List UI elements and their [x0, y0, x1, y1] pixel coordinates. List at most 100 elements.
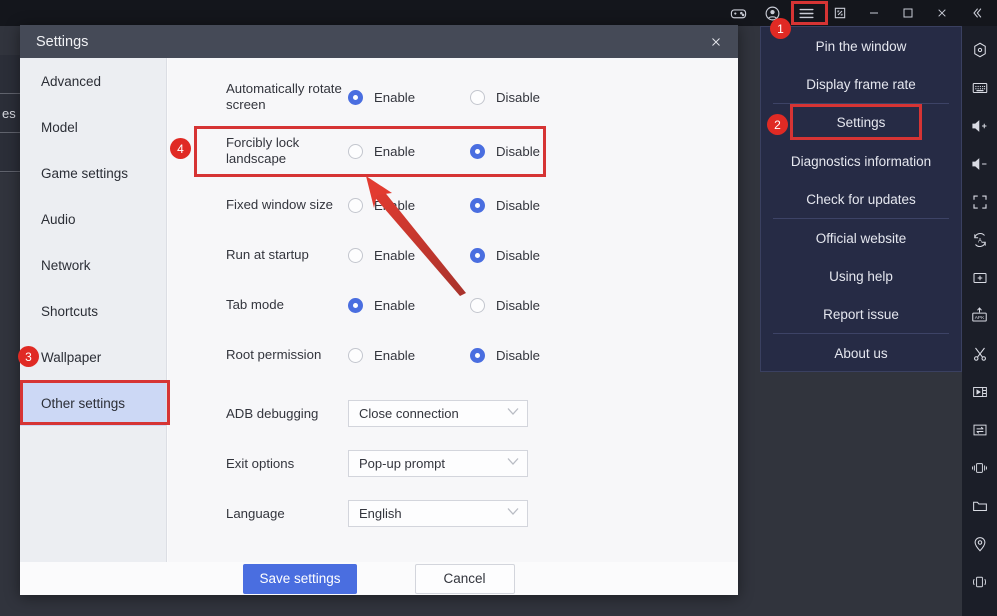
maximize-icon[interactable]: [891, 0, 925, 26]
radio-disable-icon[interactable]: [470, 347, 485, 363]
video-record-icon[interactable]: [964, 374, 995, 409]
menu-item-label: Check for updates: [806, 192, 916, 208]
volume-down-icon[interactable]: [964, 146, 995, 181]
menu-item-diagnostics-information[interactable]: Diagnostics information: [761, 142, 961, 180]
radio-enable-icon[interactable]: [348, 247, 363, 263]
svg-text:APK: APK: [975, 315, 985, 321]
radio-disable-icon[interactable]: [470, 247, 485, 263]
volume-up-icon[interactable]: [964, 108, 995, 143]
menu-item-label: Report issue: [823, 307, 899, 323]
radio-option-enable[interactable]: Enable: [348, 297, 470, 313]
minimize-icon[interactable]: [857, 0, 891, 26]
radio-enable-icon[interactable]: [348, 297, 363, 313]
folder-icon[interactable]: [964, 488, 995, 523]
setting-label: Root permission: [226, 347, 322, 362]
setting-row-run-at-startup: Run at startup Enable Disable: [168, 230, 738, 280]
menu-item-report-issue[interactable]: Report issue: [761, 296, 961, 335]
radio-label: Enable: [374, 347, 416, 363]
exit-options-select[interactable]: Pop-up prompt: [348, 449, 528, 477]
radio-label: Disable: [496, 89, 540, 105]
sidebar-item-game-settings[interactable]: Game settings: [20, 150, 166, 196]
app-titlebar: [0, 0, 997, 26]
radio-option-disable[interactable]: Disable: [470, 247, 592, 263]
sidebar-item-advanced[interactable]: Advanced: [20, 58, 166, 104]
screen-root: es A APK Pin the window Display frame ra…: [0, 0, 997, 616]
radio-option-enable[interactable]: Enable: [348, 197, 470, 213]
rotate-device-icon[interactable]: [964, 564, 995, 599]
radio-disable-icon[interactable]: [470, 197, 485, 213]
sidebar-item-wallpaper[interactable]: Wallpaper: [20, 334, 166, 380]
menu-item-pin-the-window[interactable]: Pin the window: [761, 27, 961, 65]
menu-item-settings[interactable]: Settings: [761, 104, 961, 142]
close-icon[interactable]: [694, 25, 738, 58]
setting-label: ADB debugging: [226, 405, 319, 421]
sidebar-item-audio[interactable]: Audio: [20, 196, 166, 242]
adb-debugging-select[interactable]: Close connection: [348, 399, 528, 427]
radio-disable-icon[interactable]: [470, 143, 485, 159]
sync-icon[interactable]: [964, 412, 995, 447]
save-settings-button[interactable]: Save settings: [243, 563, 357, 594]
radio-label: Enable: [374, 297, 416, 313]
menu-item-official-website[interactable]: Official website: [761, 219, 961, 257]
radio-disable-icon[interactable]: [470, 89, 485, 105]
scissors-icon[interactable]: [964, 336, 995, 371]
apk-install-icon[interactable]: APK: [964, 298, 995, 333]
menu-item-check-for-updates[interactable]: Check for updates: [761, 181, 961, 220]
radio-enable-icon[interactable]: [348, 197, 363, 213]
menu-hamburger-icon[interactable]: [789, 0, 823, 26]
background-menu-row: [0, 55, 21, 94]
auto-rotate-icon[interactable]: A: [964, 222, 995, 257]
menu-item-about-us[interactable]: About us: [761, 334, 961, 372]
radio-option-disable[interactable]: Disable: [470, 297, 592, 313]
gamepad-icon[interactable]: [721, 0, 755, 26]
radio-option-enable[interactable]: Enable: [348, 347, 470, 363]
shake-icon[interactable]: [964, 450, 995, 485]
background-menu-row: [0, 133, 21, 172]
background-menu: es: [0, 55, 22, 173]
collapse-icon[interactable]: [959, 0, 993, 26]
chevron-down-icon: [507, 457, 519, 469]
radio-label: Disable: [496, 247, 540, 263]
radio-option-disable[interactable]: Disable: [470, 143, 592, 159]
sidebar-item-network[interactable]: Network: [20, 242, 166, 288]
sidebar-item-label: Network: [41, 257, 91, 273]
radio-disable-icon[interactable]: [470, 297, 485, 313]
radio-label: Enable: [374, 89, 416, 105]
radio-option-enable[interactable]: Enable: [348, 89, 470, 105]
close-icon[interactable]: [925, 0, 959, 26]
menu-item-label: Using help: [829, 269, 893, 285]
menu-item-using-help[interactable]: Using help: [761, 257, 961, 295]
radio-option-disable[interactable]: Disable: [470, 89, 592, 105]
location-icon[interactable]: [964, 526, 995, 561]
setting-label: Automatically rotate screen: [226, 81, 342, 112]
radio-label: Disable: [496, 143, 540, 159]
select-value: Pop-up prompt: [359, 455, 445, 471]
radio-enable-icon[interactable]: [348, 89, 363, 105]
sidebar-item-other-settings[interactable]: Other settings: [20, 380, 166, 426]
right-icon-rail: A APK: [962, 26, 997, 616]
setting-label: Run at startup: [226, 247, 309, 262]
fullscreen-icon[interactable]: [964, 184, 995, 219]
sidebar-item-shortcuts[interactable]: Shortcuts: [20, 288, 166, 334]
menu-item-label: Settings: [836, 115, 886, 131]
screenshot-icon[interactable]: [823, 0, 857, 26]
radio-enable-icon[interactable]: [348, 143, 363, 159]
add-app-icon[interactable]: [964, 260, 995, 295]
radio-option-enable[interactable]: Enable: [348, 247, 470, 263]
radio-label: Enable: [374, 247, 416, 263]
radio-option-disable[interactable]: Disable: [470, 197, 592, 213]
radio-label: Disable: [496, 197, 540, 213]
sidebar-item-model[interactable]: Model: [20, 104, 166, 150]
annotation-badge-3: 3: [18, 346, 39, 367]
radio-option-disable[interactable]: Disable: [470, 347, 592, 363]
setting-row-adb-debugging: ADB debugging Close connection: [168, 388, 738, 438]
radio-option-enable[interactable]: Enable: [348, 143, 470, 159]
polygon-icon[interactable]: [964, 32, 995, 67]
select-value: English: [359, 505, 402, 521]
radio-enable-icon[interactable]: [348, 347, 363, 363]
menu-item-display-frame-rate[interactable]: Display frame rate: [761, 65, 961, 105]
cancel-button[interactable]: Cancel: [414, 563, 515, 594]
keyboard-icon[interactable]: [964, 70, 995, 105]
language-select[interactable]: English: [348, 499, 528, 527]
